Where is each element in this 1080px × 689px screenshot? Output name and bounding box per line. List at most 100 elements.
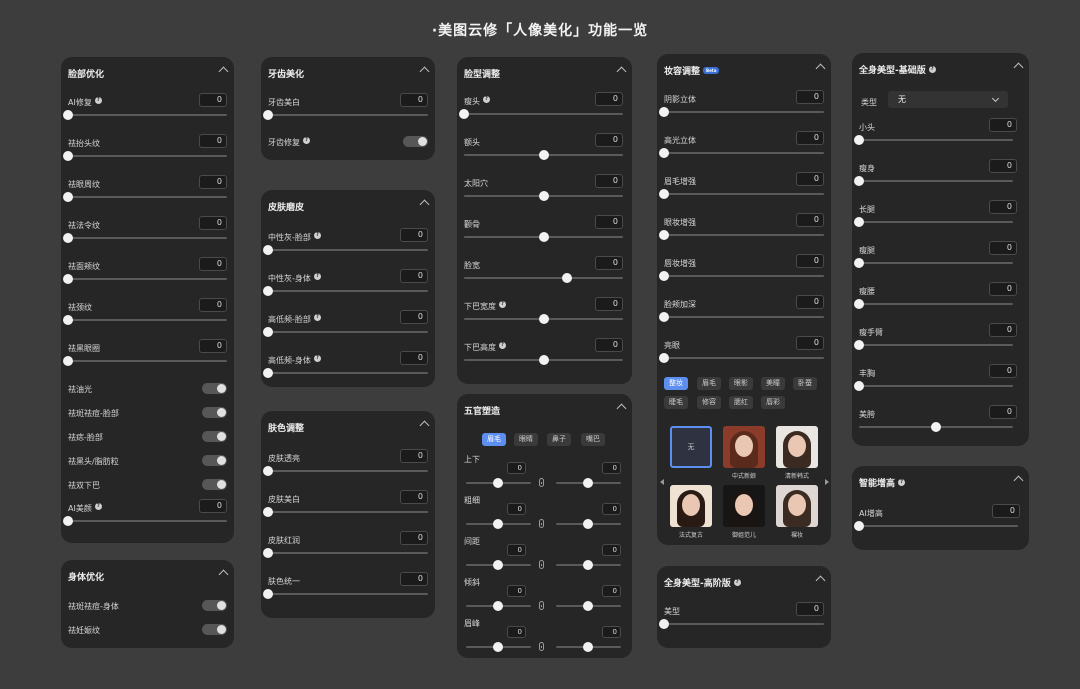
link-icon[interactable] — [539, 560, 544, 569]
slider-handle[interactable] — [63, 151, 73, 161]
slider-value-input[interactable]: 0 — [989, 159, 1017, 173]
slider-value-input[interactable]: 0 — [989, 200, 1017, 214]
collapse-chevron-icon[interactable] — [815, 63, 826, 74]
info-icon[interactable]: ? — [499, 301, 506, 308]
slider-handle[interactable] — [63, 274, 73, 284]
slider-handle[interactable] — [562, 273, 573, 283]
slider-handle[interactable] — [583, 478, 593, 488]
slider-track[interactable] — [464, 150, 623, 160]
left-slider-track[interactable] — [466, 560, 531, 570]
makeup-tab[interactable]: 眼影 — [729, 377, 753, 390]
slider-handle[interactable] — [63, 110, 73, 120]
slider-handle[interactable] — [854, 176, 864, 186]
slider-track[interactable] — [263, 507, 428, 517]
slider-handle[interactable] — [538, 314, 549, 324]
makeup-style-thumbnail[interactable] — [776, 485, 818, 527]
slider-value-input[interactable]: 0 — [400, 449, 428, 463]
slider-track[interactable] — [263, 327, 428, 337]
slider-handle[interactable] — [63, 356, 73, 366]
slider-track[interactable] — [854, 135, 1013, 145]
slider-track[interactable] — [854, 340, 1013, 350]
info-icon[interactable]: ? — [313, 273, 321, 280]
slider-value-input[interactable]: 0 — [400, 310, 428, 324]
slider-handle[interactable] — [659, 230, 669, 240]
toggle-switch[interactable] — [202, 455, 227, 466]
info-icon[interactable]: ? — [898, 479, 906, 486]
left-value-input[interactable]: 0 — [507, 503, 526, 515]
slider-handle[interactable] — [63, 233, 73, 243]
collapse-chevron-icon[interactable] — [218, 66, 229, 77]
slider-handle[interactable] — [263, 286, 273, 296]
slider-handle[interactable] — [538, 150, 549, 160]
feature-tab[interactable]: 鼻子 — [547, 433, 571, 446]
slider-value-input[interactable]: 0 — [989, 282, 1017, 296]
slider-value-input[interactable]: 0 — [400, 228, 428, 242]
slider-track[interactable] — [854, 521, 1018, 531]
info-icon[interactable]: ? — [313, 232, 321, 239]
slider-track[interactable] — [263, 368, 428, 378]
prev-arrow-icon[interactable] — [660, 479, 664, 485]
slider-handle[interactable] — [583, 519, 593, 529]
collapse-chevron-icon[interactable] — [616, 403, 627, 414]
info-icon[interactable]: ? — [313, 355, 321, 362]
slider-value-input[interactable]: 0 — [992, 504, 1020, 518]
right-slider-track[interactable] — [556, 560, 621, 570]
slider-handle[interactable] — [538, 355, 549, 365]
slider-track[interactable] — [63, 192, 227, 202]
info-icon[interactable]: ? — [483, 96, 490, 103]
slider-value-input[interactable]: 0 — [796, 336, 824, 350]
slider-handle[interactable] — [263, 368, 273, 378]
right-value-input[interactable]: 0 — [602, 503, 621, 515]
slider-track[interactable] — [464, 273, 623, 283]
slider-handle[interactable] — [63, 516, 73, 526]
slider-value-input[interactable]: 0 — [796, 172, 824, 186]
makeup-tab[interactable]: 卧蚕 — [793, 377, 817, 390]
slider-value-input[interactable]: 0 — [796, 213, 824, 227]
feature-tab[interactable]: 嘴巴 — [581, 433, 605, 446]
makeup-style-thumbnail[interactable] — [776, 426, 818, 468]
slider-value-input[interactable]: 0 — [199, 298, 227, 312]
left-value-input[interactable]: 0 — [507, 626, 526, 638]
slider-handle[interactable] — [854, 381, 864, 391]
slider-value-input[interactable]: 0 — [199, 339, 227, 353]
slider-track[interactable] — [854, 217, 1013, 227]
slider-track[interactable] — [659, 107, 824, 117]
slider-track[interactable] — [854, 381, 1013, 391]
makeup-tab[interactable]: 美瞳 — [761, 377, 785, 390]
collapse-chevron-icon[interactable] — [218, 569, 229, 580]
slider-handle[interactable] — [459, 109, 469, 119]
slider-value-input[interactable]: 0 — [400, 572, 428, 586]
slider-track[interactable] — [854, 176, 1013, 186]
slider-value-input[interactable]: 0 — [400, 531, 428, 545]
makeup-tab[interactable]: 睫毛 — [664, 396, 688, 409]
slider-handle[interactable] — [659, 619, 669, 629]
slider-value-input[interactable]: 0 — [989, 405, 1017, 419]
slider-value-input[interactable]: 0 — [400, 351, 428, 365]
link-icon[interactable] — [539, 478, 544, 487]
info-icon[interactable]: ? — [733, 579, 741, 586]
slider-handle[interactable] — [583, 601, 593, 611]
slider-track[interactable] — [263, 245, 428, 255]
info-icon[interactable]: ? — [94, 503, 102, 510]
slider-value-input[interactable]: 0 — [595, 92, 623, 106]
feature-tab[interactable]: 眼睛 — [514, 433, 538, 446]
left-value-input[interactable]: 0 — [507, 544, 526, 556]
slider-value-input[interactable]: 0 — [199, 257, 227, 271]
makeup-tab[interactable]: 眉毛 — [697, 377, 721, 390]
slider-track[interactable] — [854, 258, 1013, 268]
collapse-chevron-icon[interactable] — [815, 575, 826, 586]
slider-track[interactable] — [263, 548, 428, 558]
slider-handle[interactable] — [931, 422, 941, 432]
slider-track[interactable] — [464, 355, 623, 365]
slider-handle[interactable] — [854, 258, 864, 268]
collapse-chevron-icon[interactable] — [419, 66, 430, 77]
slider-value-input[interactable]: 0 — [595, 215, 623, 229]
collapse-chevron-icon[interactable] — [1013, 62, 1024, 73]
slider-handle[interactable] — [659, 189, 669, 199]
slider-track[interactable] — [63, 233, 227, 243]
collapse-chevron-icon[interactable] — [419, 420, 430, 431]
link-icon[interactable] — [539, 601, 544, 610]
slider-handle[interactable] — [659, 107, 669, 117]
slider-handle[interactable] — [63, 192, 73, 202]
slider-track[interactable] — [659, 271, 824, 281]
